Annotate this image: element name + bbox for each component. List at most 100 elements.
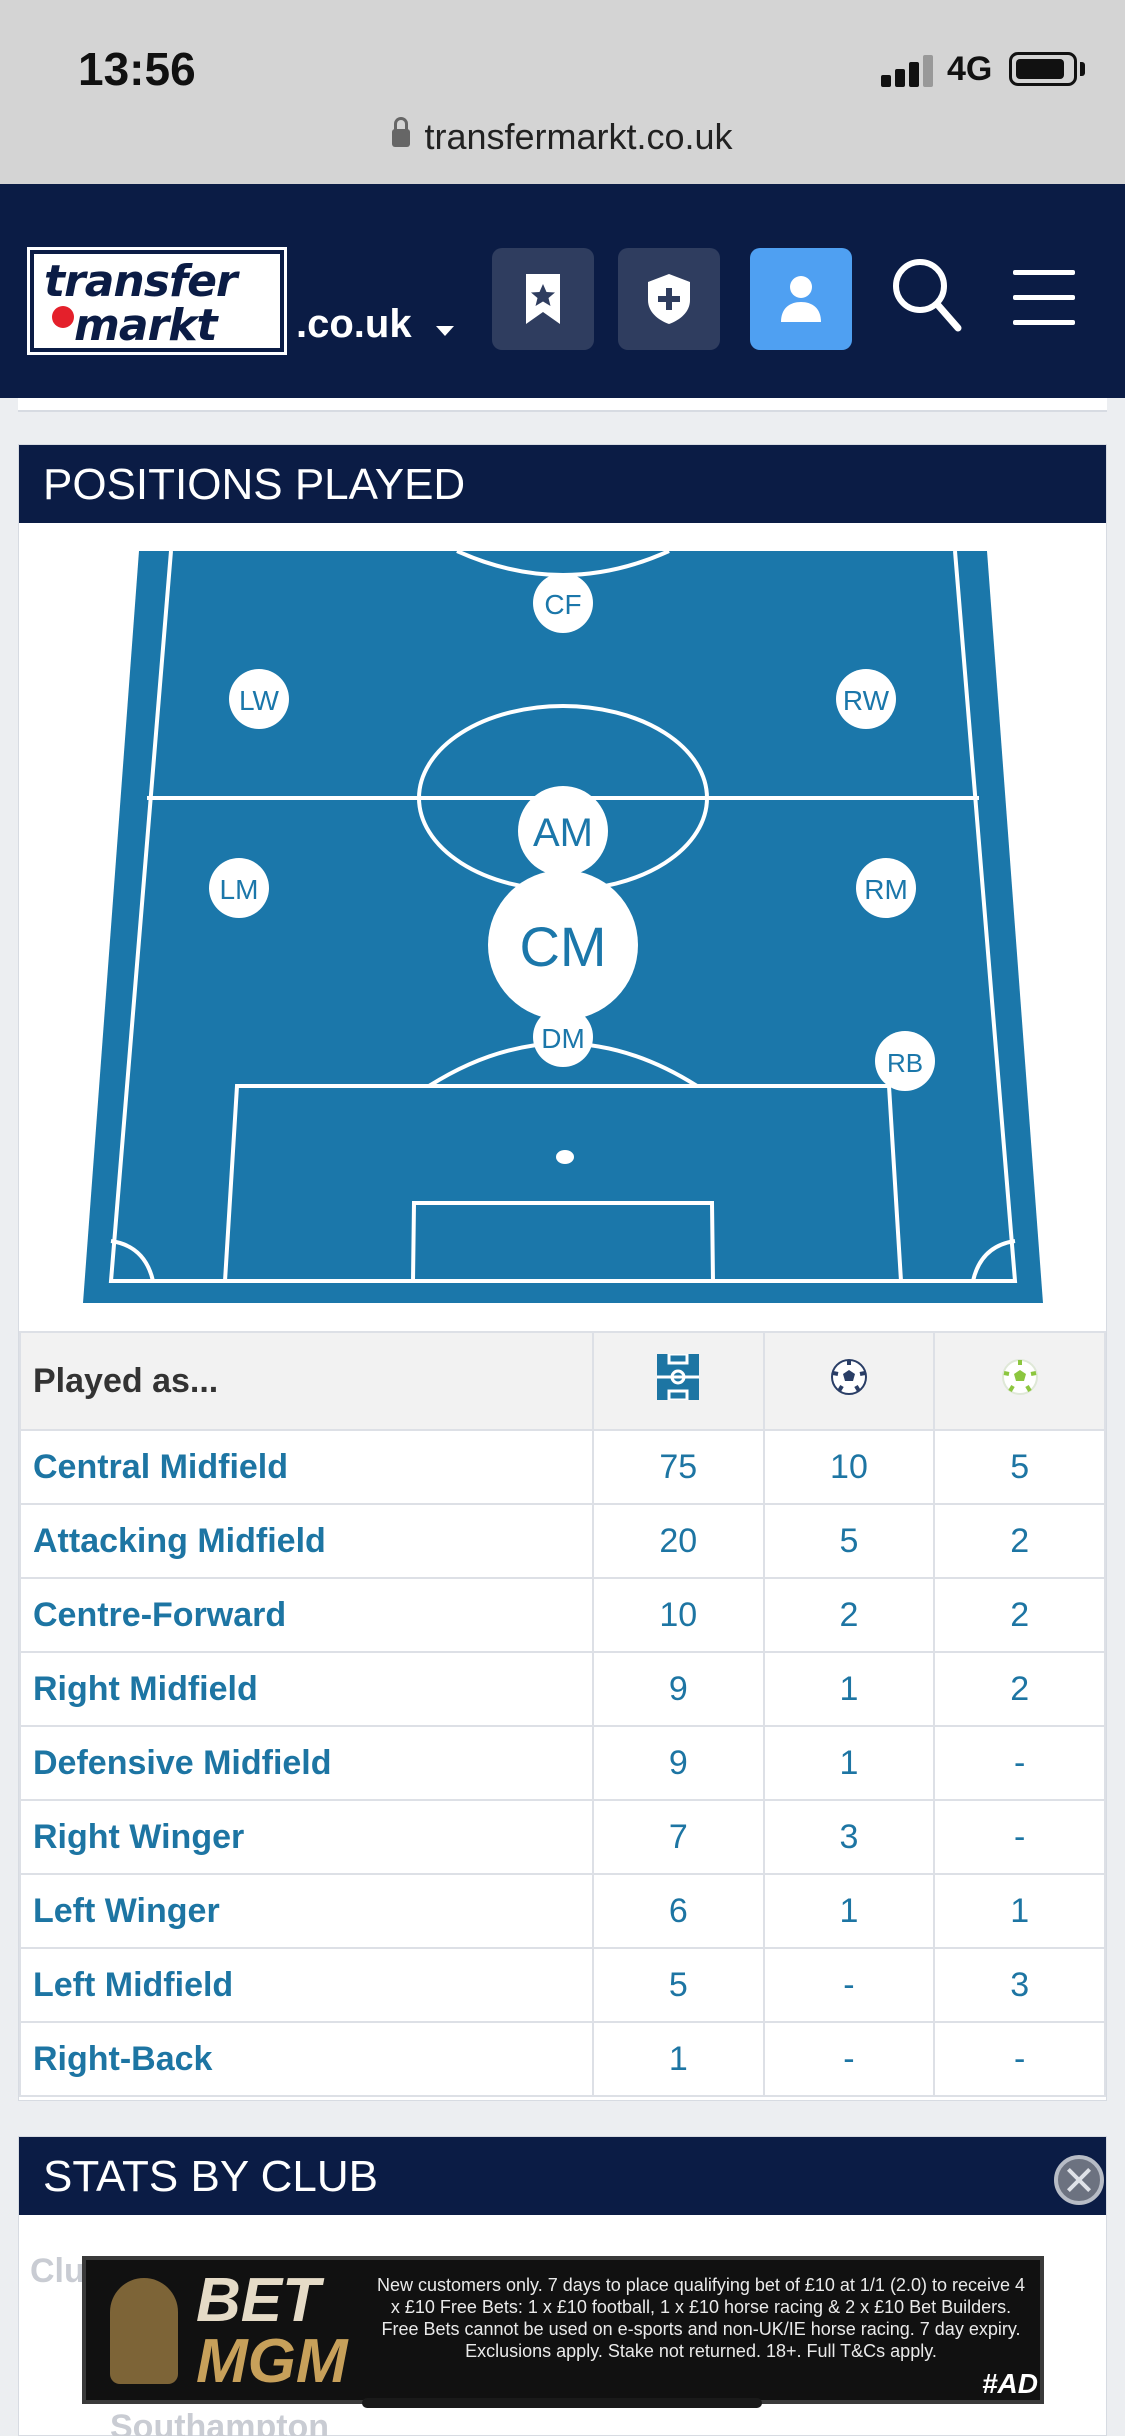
goals-cell: 1: [762, 1651, 936, 1727]
position-marker-lm[interactable]: LM: [209, 858, 269, 918]
position-marker-rw[interactable]: RW: [836, 669, 896, 729]
ad-brand-line2: MGM: [196, 2327, 348, 2396]
position-link[interactable]: Left Winger: [19, 1873, 594, 1949]
svg-text:LW: LW: [239, 685, 279, 716]
position-link[interactable]: Defensive Midfield: [19, 1725, 594, 1801]
status-time: 13:56: [78, 43, 196, 95]
status-bar: 13:56 4G transfermarkt.co.uk: [0, 0, 1125, 184]
assists-cell: 5: [933, 1429, 1106, 1505]
table-row: Left Winger 6 1 1: [19, 1873, 1106, 1949]
football-pitch: CF LW RW AM LM RM CM DM RB: [83, 551, 1043, 1303]
ad-terms-text: New customers only. 7 days to place qual…: [376, 2275, 1026, 2361]
svg-text:RW: RW: [843, 685, 890, 716]
position-marker-dm[interactable]: DM: [533, 1007, 593, 1067]
section-title: STATS BY CLUB: [19, 2137, 1106, 2215]
position-marker-cf[interactable]: CF: [533, 573, 593, 633]
appearances-cell: 6: [591, 1873, 765, 1949]
svg-text:LM: LM: [220, 874, 259, 905]
signal-icon: [881, 53, 935, 87]
goals-header: [762, 1331, 936, 1431]
goals-cell: 2: [762, 1577, 936, 1653]
table-row: Central Midfield 75 10 5: [19, 1429, 1106, 1505]
menu-icon[interactable]: [1013, 270, 1075, 326]
svg-text:CM: CM: [519, 915, 606, 978]
goals-cell: -: [762, 1947, 936, 2023]
assists-cell: 2: [933, 1577, 1106, 1653]
appearances-cell: 75: [591, 1429, 765, 1505]
position-link[interactable]: Attacking Midfield: [19, 1503, 594, 1579]
address-bar[interactable]: transfermarkt.co.uk: [0, 116, 1125, 158]
battery-icon: [1009, 52, 1077, 86]
appearances-cell: 9: [591, 1651, 765, 1727]
appearances-header: [591, 1331, 765, 1431]
table-row: Centre-Forward 10 2 2: [19, 1577, 1106, 1653]
svg-text:RM: RM: [864, 874, 908, 905]
goals-cell: 3: [762, 1799, 936, 1875]
appearances-cell: 5: [591, 1947, 765, 2023]
position-marker-am[interactable]: AM: [518, 786, 608, 876]
my-club-button[interactable]: [618, 248, 720, 350]
goals-cell: 5: [762, 1503, 936, 1579]
lock-icon: [392, 117, 411, 147]
pitch-icon: [657, 1352, 700, 1401]
position-link[interactable]: Centre-Forward: [19, 1577, 594, 1653]
goals-cell: 1: [762, 1873, 936, 1949]
ad-brand-line1: BET: [196, 2266, 320, 2335]
club-row-name[interactable]: Southampton: [110, 2408, 329, 2436]
positions-table: Played as... Central Midfield 75 10 5 At…: [19, 1331, 1106, 2097]
position-link[interactable]: Right-Back: [19, 2021, 594, 2097]
table-row: Right-Back 1 - -: [19, 2021, 1106, 2097]
shield-plus-icon: [648, 274, 690, 324]
network-type: 4G: [947, 50, 993, 88]
goals-cell: 10: [762, 1429, 936, 1505]
chevron-down-icon: [436, 326, 454, 336]
ad-banner[interactable]: BET MGM New customers only. 7 days to pl…: [82, 2256, 1044, 2404]
section-title: POSITIONS PLAYED: [19, 445, 1106, 523]
appearances-cell: 7: [591, 1799, 765, 1875]
assists-cell: 2: [933, 1503, 1106, 1579]
domain-selector[interactable]: .co.uk: [296, 302, 412, 347]
assists-cell: -: [933, 1725, 1106, 1801]
transfermarkt-logo[interactable]: transfer markt: [27, 247, 287, 355]
bookmark-star-icon: [526, 274, 560, 324]
goals-cell: -: [762, 2021, 936, 2097]
previous-section-edge: [18, 398, 1107, 412]
appearances-cell: 9: [591, 1725, 765, 1801]
position-marker-cm[interactable]: CM: [488, 870, 638, 1020]
assist-football-icon: [1001, 1358, 1038, 1395]
svg-text:CF: CF: [544, 589, 581, 620]
position-link[interactable]: Central Midfield: [19, 1429, 594, 1505]
close-ad-icon[interactable]: [1054, 2155, 1104, 2205]
played-as-header: Played as...: [19, 1331, 594, 1431]
position-marker-rm[interactable]: RM: [856, 858, 916, 918]
football-icon: [830, 1358, 867, 1395]
svg-text:RB: RB: [887, 1048, 923, 1078]
url-text: transfermarkt.co.uk: [424, 116, 733, 157]
search-icon[interactable]: [890, 256, 964, 336]
site-header: transfer markt .co.uk: [0, 184, 1125, 398]
assists-cell: 2: [933, 1651, 1106, 1727]
assists-cell: -: [933, 1799, 1106, 1875]
user-account-button[interactable]: [750, 248, 852, 350]
position-link[interactable]: Right Winger: [19, 1799, 594, 1875]
assists-cell: 1: [933, 1873, 1106, 1949]
svg-text:AM: AM: [533, 811, 593, 855]
position-link[interactable]: Left Midfield: [19, 1947, 594, 2023]
table-row: Attacking Midfield 20 5 2: [19, 1503, 1106, 1579]
assists-header: [933, 1331, 1106, 1431]
appearances-cell: 10: [591, 1577, 765, 1653]
position-marker-rb[interactable]: RB: [875, 1031, 935, 1091]
position-marker-lw[interactable]: LW: [229, 669, 289, 729]
lion-logo-icon: [110, 2278, 178, 2384]
table-row: Defensive Midfield 9 1 -: [19, 1725, 1106, 1801]
appearances-cell: 20: [591, 1503, 765, 1579]
assists-cell: 3: [933, 1947, 1106, 2023]
table-row: Right Midfield 9 1 2: [19, 1651, 1106, 1727]
position-link[interactable]: Right Midfield: [19, 1651, 594, 1727]
user-icon: [781, 276, 821, 322]
appearances-cell: 1: [591, 2021, 765, 2097]
goals-cell: 1: [762, 1725, 936, 1801]
svg-text:DM: DM: [541, 1023, 585, 1054]
home-indicator: [362, 2398, 762, 2408]
watchlist-button[interactable]: [492, 248, 594, 350]
